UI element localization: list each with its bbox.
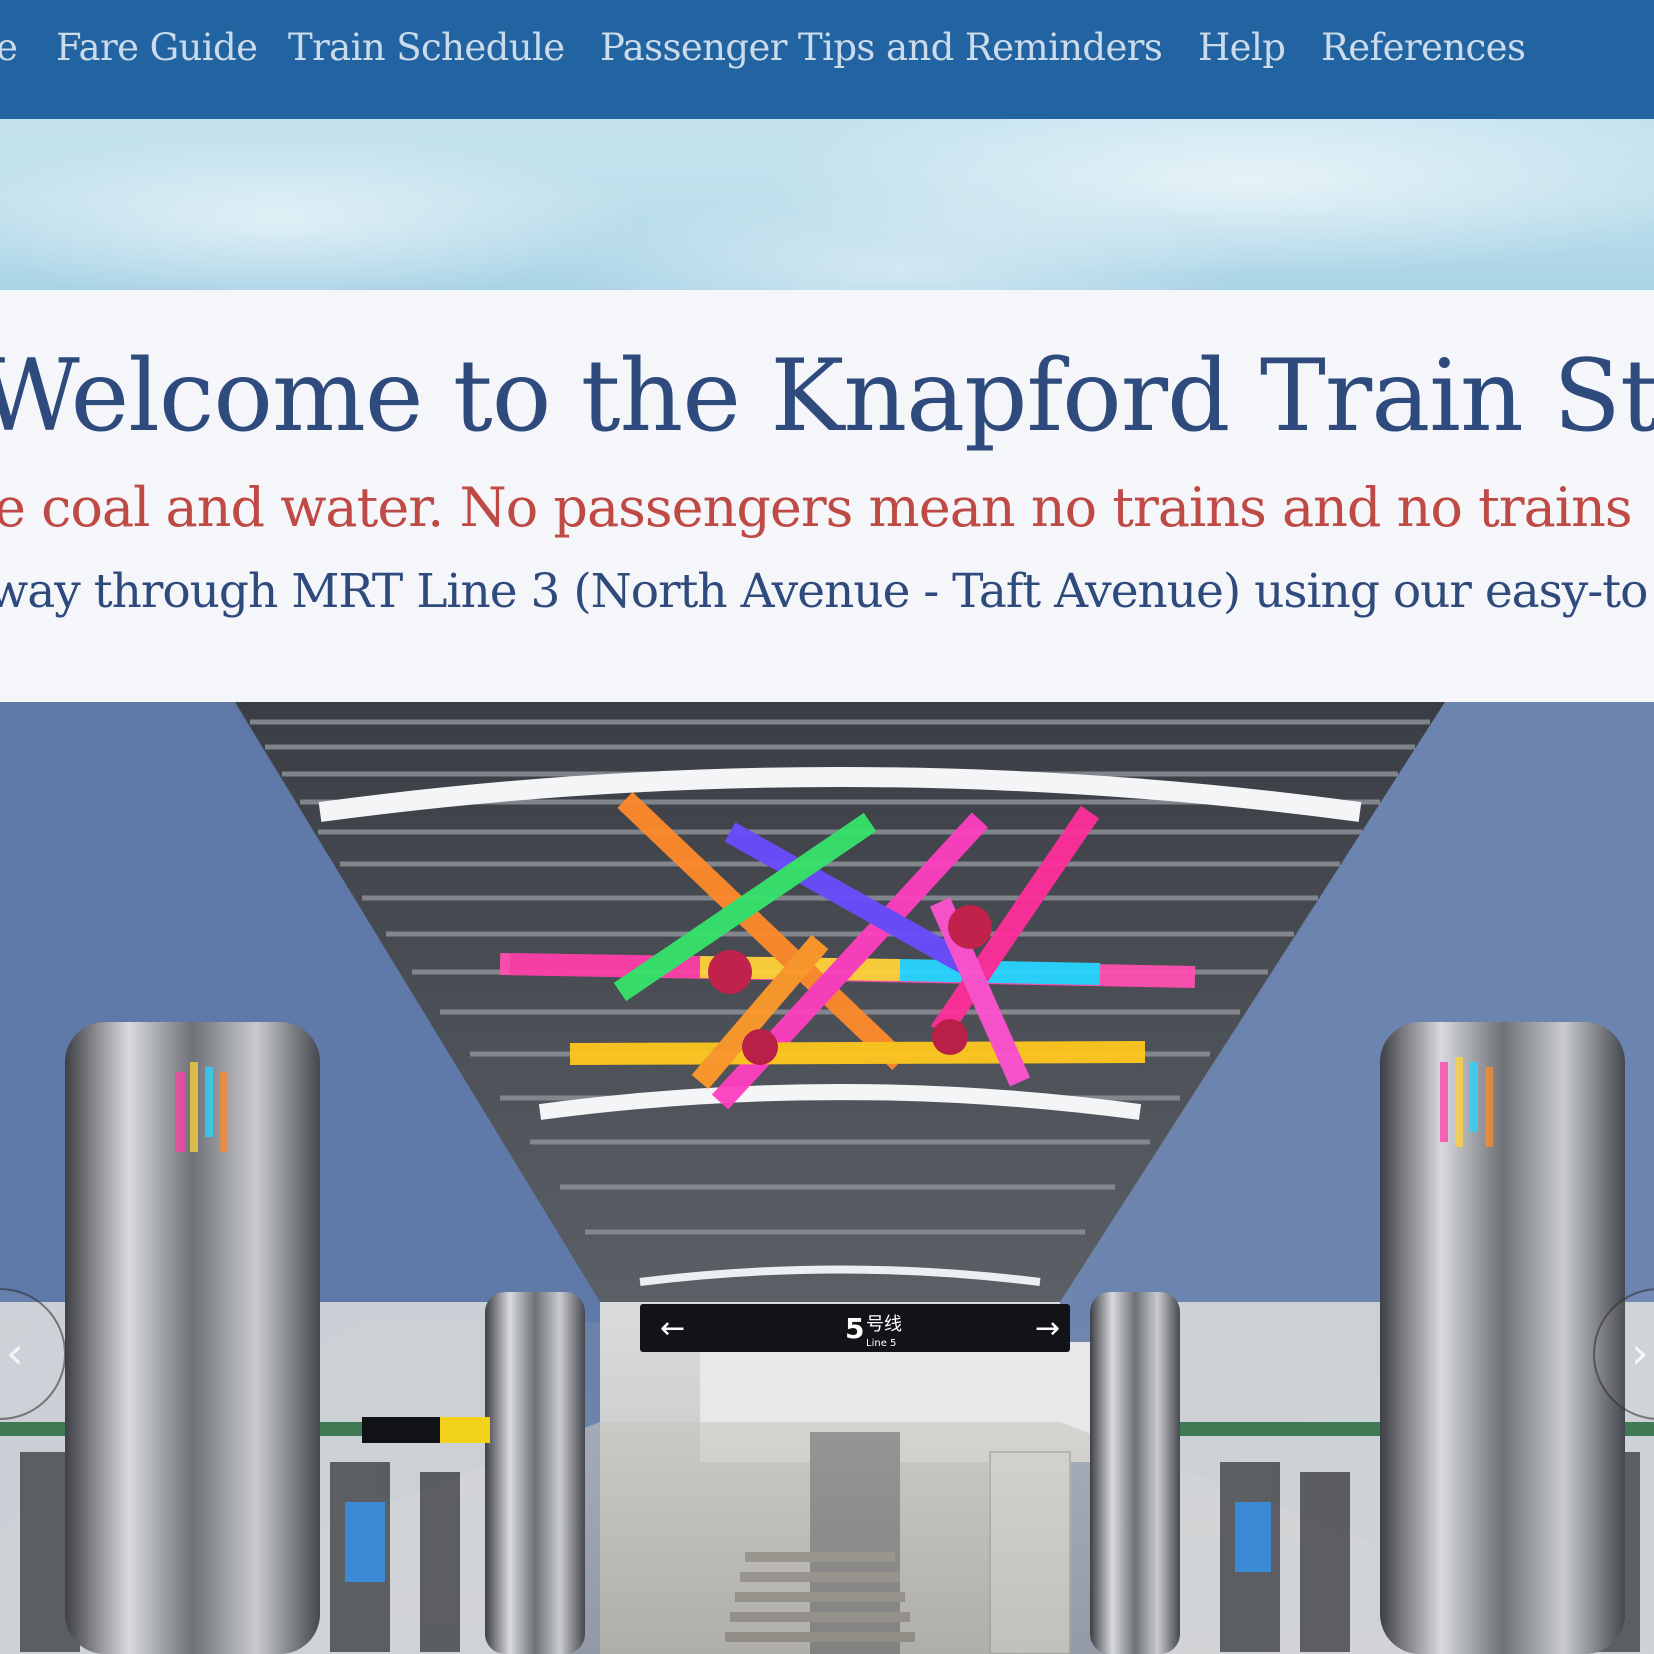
welcome-description: way through MRT Line 3 (North Avenue - T… [0, 564, 1648, 619]
nav-link-train-schedule[interactable]: Train Schedule [288, 22, 565, 74]
nav-link-passenger-tips[interactable]: Passenger Tips and Reminders [600, 22, 1163, 74]
nav-link-home[interactable]: e [0, 22, 18, 74]
nav-link-fare-guide[interactable]: Fare Guide [56, 22, 258, 74]
sign-line-number: 5 [845, 1312, 864, 1345]
welcome-panel: Welcome to the Knapford Train Station e … [0, 290, 1654, 702]
main-navbar: e Fare Guide Train Schedule Passenger Ti… [0, 0, 1654, 119]
chevron-right-icon: › [1631, 1328, 1649, 1379]
sign-line-chinese: 号线 [866, 1314, 902, 1335]
nav-link-references[interactable]: References [1321, 22, 1526, 74]
nav-link-help[interactable]: Help [1198, 22, 1286, 74]
metro-station-photo: ← → 5 号线 Line 5 [0, 702, 1654, 1654]
sky-banner-image [0, 119, 1654, 290]
welcome-subtitle: e coal and water. No passengers mean no … [0, 476, 1633, 539]
chevron-left-icon: ‹ [6, 1328, 24, 1379]
page-title: Welcome to the Knapford Train Station [0, 339, 1654, 454]
svg-text:←: ← [660, 1311, 685, 1346]
svg-text:→: → [1035, 1311, 1060, 1346]
sign-line-english: Line 5 [866, 1338, 896, 1349]
hero-carousel: ← → 5 号线 Line 5 ‹ › [0, 702, 1654, 1654]
